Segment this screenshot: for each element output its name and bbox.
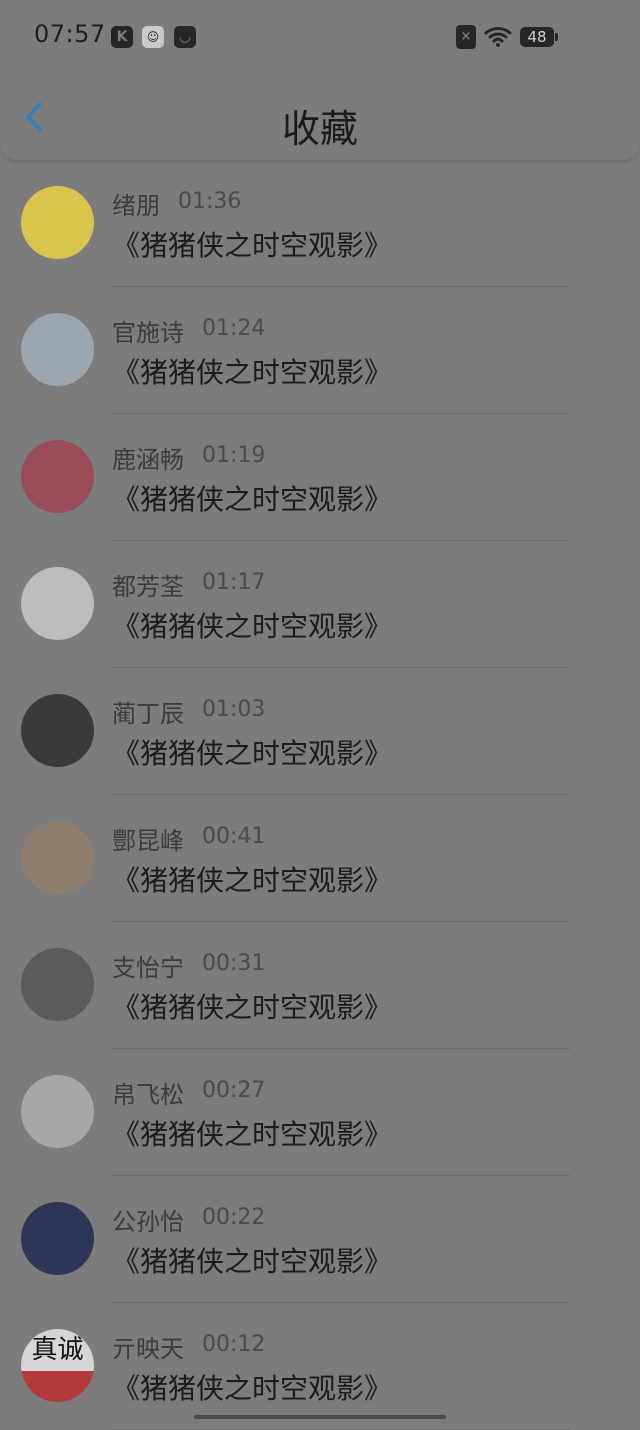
list-item[interactable]: 支怡宁 00:31 《猪猪侠之时空观影》 [0,922,640,1049]
avatar [21,440,94,513]
list-item[interactable]: 酆昆峰 00:41 《猪猪侠之时空观影》 [0,795,640,922]
battery-icon: 48 [520,27,558,47]
status-time: 07:57 [34,20,106,48]
favorites-list: 绪朋 01:36 《猪猪侠之时空观影》 官施诗 01:24 《猪猪侠之时空观影》 鹿涵畅 01… [0,160,640,1430]
k-app-icon: K [111,26,133,48]
avatar [21,948,94,1021]
status-bar: 07:57 K ☺ ◡ × 48 [0,0,640,72]
user-name: 支怡宁 [112,954,184,982]
user-name: 蔺丁辰 [112,700,184,728]
favorite-time: 01:03 [202,697,266,722]
sim-off-icon: × [456,25,476,49]
user-name: 鹿涵畅 [112,446,184,474]
avatar [21,1075,94,1148]
favorite-time: 00:27 [202,1078,266,1103]
bag-app-icon: ◡ [174,26,196,48]
user-name: 公孙怡 [112,1208,184,1236]
movie-title: 《猪猪侠之时空观影》 [112,991,393,1024]
favorite-time: 00:41 [202,824,266,849]
movie-title: 《猪猪侠之时空观影》 [112,483,393,516]
movie-title: 《猪猪侠之时空观影》 [112,1372,393,1405]
user-name: 酆昆峰 [112,827,184,855]
favorite-time: 00:31 [202,951,266,976]
wifi-icon [484,27,512,47]
avatar [21,186,94,259]
list-item[interactable]: 鹿涵畅 01:19 《猪猪侠之时空观影》 [0,414,640,541]
movie-title: 《猪猪侠之时空观影》 [112,229,393,262]
user-name: 帛飞松 [112,1081,184,1109]
list-item[interactable]: 都芳荃 01:17 《猪猪侠之时空观影》 [0,541,640,668]
smiley-app-icon: ☺ [142,26,164,48]
avatar [21,1202,94,1275]
movie-title: 《猪猪侠之时空观影》 [112,610,393,643]
movie-title: 《猪猪侠之时空观影》 [112,737,393,770]
favorite-time: 01:19 [202,443,266,468]
list-item[interactable]: 帛飞松 00:27 《猪猪侠之时空观影》 [0,1049,640,1176]
user-name: 都芳荃 [112,573,184,601]
movie-title: 《猪猪侠之时空观影》 [112,1118,393,1151]
favorite-time: 00:22 [202,1205,266,1230]
favorite-time: 01:24 [202,316,266,341]
avatar [21,567,94,640]
list-item[interactable]: 公孙怡 00:22 《猪猪侠之时空观影》 [0,1176,640,1303]
avatar [21,694,94,767]
avatar [21,821,94,894]
user-name: 官施诗 [112,319,184,347]
favorite-time: 00:12 [202,1332,266,1357]
user-name: 绪朋 [112,192,160,220]
home-indicator[interactable] [194,1415,446,1419]
user-name: 亓映天 [112,1335,184,1363]
movie-title: 《猪猪侠之时空观影》 [112,356,393,389]
avatar: 真诚 [21,1329,94,1402]
list-item[interactable]: 绪朋 01:36 《猪猪侠之时空观影》 [0,160,640,287]
list-item[interactable]: 官施诗 01:24 《猪猪侠之时空观影》 [0,287,640,414]
header: 收藏 [0,72,640,160]
movie-title: 《猪猪侠之时空观影》 [112,1245,393,1278]
favorite-time: 01:36 [178,189,242,214]
movie-title: 《猪猪侠之时空观影》 [112,864,393,897]
avatar-text: 真诚 [21,1329,94,1371]
favorite-time: 01:17 [202,570,266,595]
page-title: 收藏 [281,107,358,151]
list-item[interactable]: 真诚 亓映天 00:12 《猪猪侠之时空观影》 [0,1303,640,1430]
list-item[interactable]: 蔺丁辰 01:03 《猪猪侠之时空观影》 [0,668,640,795]
avatar [21,313,94,386]
